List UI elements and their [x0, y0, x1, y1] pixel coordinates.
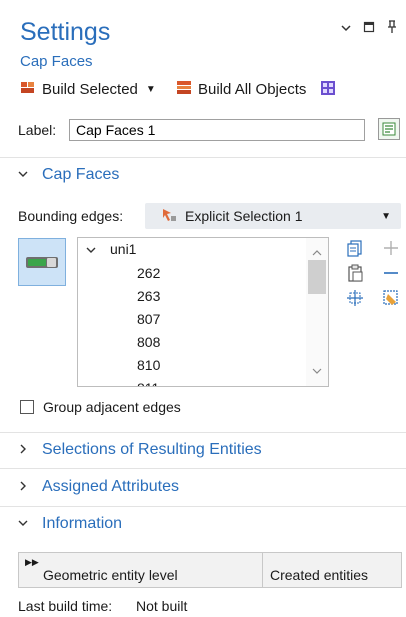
section-information[interactable]: Information	[18, 512, 122, 536]
divider	[0, 432, 406, 433]
build-selected-icon	[20, 79, 36, 99]
scrollbar[interactable]	[306, 238, 328, 386]
scroll-thumb[interactable]	[308, 260, 326, 294]
section-cap-faces-label: Cap Faces	[42, 166, 120, 183]
information-table: ▶▶ Geometric entity level Created entiti…	[18, 552, 402, 588]
selection-mode-value: Explicit Selection 1	[185, 208, 303, 224]
toggle-switch-icon	[26, 257, 58, 268]
copy-selection-icon[interactable]	[345, 263, 365, 283]
build-all-label: Build All Objects	[198, 80, 307, 98]
label-caption: Label:	[18, 122, 57, 138]
list-item[interactable]: 807	[137, 311, 160, 327]
chevron-down-icon	[18, 168, 28, 182]
divider	[0, 157, 406, 158]
scroll-up-icon[interactable]	[312, 244, 322, 260]
activate-selection-toggle[interactable]	[18, 238, 66, 286]
section-selections-resulting[interactable]: Selections of Resulting Entities	[18, 438, 262, 462]
chevron-right-icon	[18, 443, 28, 457]
explicit-selection-icon	[161, 207, 177, 226]
build-selected-button[interactable]: Build Selected ▼	[20, 78, 156, 100]
expand-columns-icon[interactable]: ▶▶	[25, 557, 39, 568]
chevron-right-icon	[18, 480, 28, 494]
chevron-down-icon	[18, 517, 28, 531]
list-item[interactable]: 811	[137, 380, 159, 386]
page-subtitle: Cap Faces	[20, 53, 93, 70]
column-header-label: Geometric entity level	[43, 567, 178, 583]
list-item[interactable]: 810	[137, 357, 160, 373]
build-selected-label: Build Selected	[42, 80, 138, 98]
remove-icon[interactable]	[381, 263, 401, 283]
dropdown-arrow-icon: ▼	[381, 210, 391, 222]
table-header-created-entities[interactable]: Created entities	[263, 553, 401, 587]
list-item[interactable]: 263	[137, 288, 160, 304]
dropdown-arrow-icon[interactable]: ▼	[146, 84, 156, 95]
chevron-down-icon[interactable]	[340, 22, 352, 37]
last-build-value: Not built	[136, 598, 188, 614]
build-all-objects-button[interactable]: Build All Objects	[176, 78, 306, 100]
edit-label-icon[interactable]	[378, 118, 400, 140]
list-item[interactable]: 808	[137, 334, 160, 350]
maximize-icon[interactable]	[363, 21, 375, 36]
section-information-label: Information	[42, 515, 123, 532]
divider	[0, 506, 406, 507]
column-header-label: Created entities	[270, 567, 369, 583]
graphics-icon[interactable]	[320, 80, 336, 99]
pin-icon[interactable]	[386, 20, 398, 37]
divider	[0, 468, 406, 469]
clear-selection-icon[interactable]	[381, 288, 401, 308]
selection-list[interactable]: uni1 262 263 807 808 810 811	[77, 237, 329, 387]
paste-selection-icon[interactable]	[345, 238, 365, 258]
section-cap-faces[interactable]: Cap Faces	[18, 163, 119, 187]
table-header-geometric-level[interactable]: ▶▶ Geometric entity level	[19, 553, 263, 587]
scroll-down-icon[interactable]	[312, 362, 322, 378]
list-item[interactable]: 262	[137, 265, 160, 281]
label-input[interactable]	[69, 119, 365, 141]
section-assigned-attributes-label: Assigned Attributes	[42, 478, 179, 495]
bounding-edges-label: Bounding edges:	[18, 208, 124, 224]
selection-mode-select[interactable]: Explicit Selection 1 ▼	[145, 203, 401, 229]
build-all-icon	[176, 79, 192, 99]
page-title: Settings	[20, 18, 111, 46]
tree-node-expand-icon[interactable]	[86, 242, 96, 258]
group-adjacent-checkbox[interactable]	[20, 400, 34, 414]
last-build-label: Last build time:	[18, 598, 113, 614]
tree-root[interactable]: uni1	[110, 241, 136, 257]
add-icon[interactable]	[381, 238, 401, 258]
group-adjacent-label: Group adjacent edges	[43, 399, 181, 415]
section-selections-resulting-label: Selections of Resulting Entities	[42, 441, 262, 458]
section-assigned-attributes[interactable]: Assigned Attributes	[18, 475, 179, 499]
zoom-to-selection-icon[interactable]	[345, 288, 365, 308]
